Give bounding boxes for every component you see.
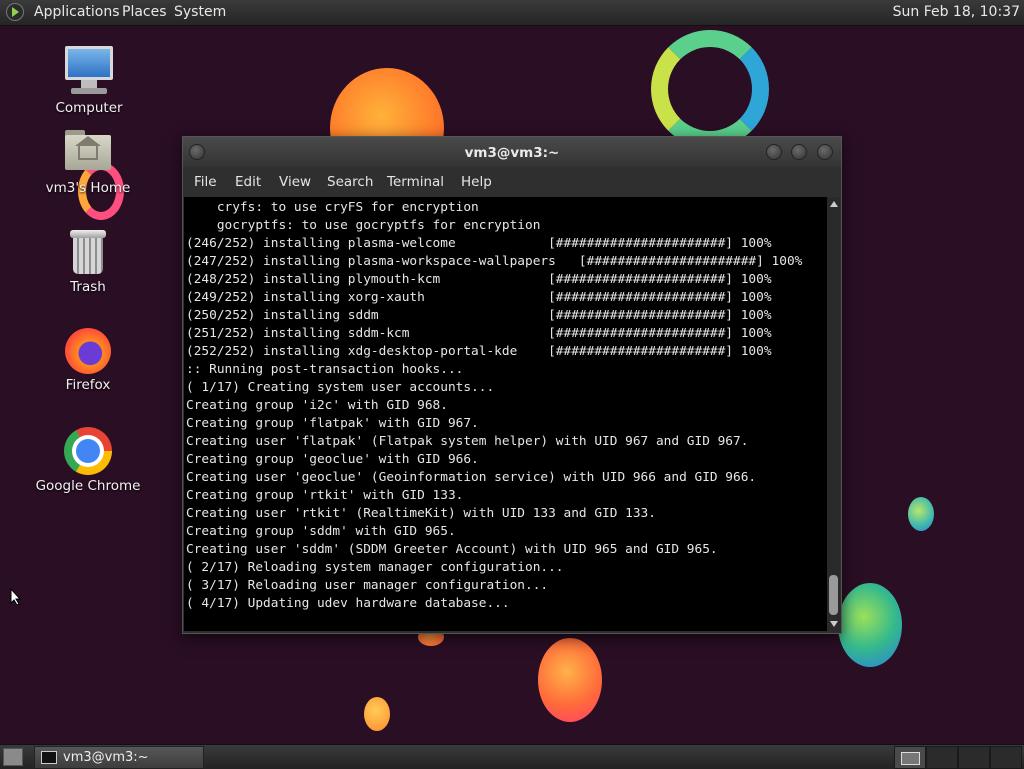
workspace-3[interactable] <box>958 746 990 769</box>
terminal-menubar: File Edit View Search Terminal Help <box>183 167 841 197</box>
scrollbar-thumb[interactable] <box>829 575 838 615</box>
show-desktop-icon[interactable] <box>3 748 23 766</box>
desktop-icon-chrome[interactable]: Google Chrome <box>33 427 143 494</box>
scroll-up-icon[interactable] <box>830 201 838 207</box>
system-menu[interactable]: System <box>174 4 226 20</box>
wallpaper-orange-blob <box>538 638 602 722</box>
wallpaper-green-blob <box>838 583 902 667</box>
chrome-icon <box>64 427 112 475</box>
desktop-icon-label: Google Chrome <box>35 478 141 494</box>
minimize-button[interactable] <box>766 144 782 160</box>
desktop-icon-firefox[interactable]: Firefox <box>33 328 143 393</box>
desktop-icon-label: Trash <box>70 279 106 295</box>
trash-icon <box>70 230 106 274</box>
clock[interactable]: Sun Feb 18, 10:37 <box>893 4 1020 20</box>
menu-terminal[interactable]: Terminal <box>387 174 444 190</box>
desktop-icon-label: Computer <box>55 100 123 116</box>
workspace-4[interactable] <box>990 746 1022 769</box>
workspace-window-icon <box>901 752 920 765</box>
wallpaper-orange-blob <box>364 697 390 731</box>
desktop-icon-home[interactable]: vm3's Home <box>33 130 143 196</box>
desktop-icon-label: vm3's Home <box>45 180 131 196</box>
menu-file[interactable]: File <box>194 174 217 190</box>
firefox-icon <box>65 328 111 374</box>
window-titlebar[interactable]: vm3@vm3:~ <box>183 137 841 167</box>
workspace-2[interactable] <box>926 746 958 769</box>
desktop-icon-label: Firefox <box>65 377 111 393</box>
wallpaper-green-ring <box>651 30 769 148</box>
wallpaper-green-blob <box>908 497 934 531</box>
desktop-icon-computer[interactable]: Computer <box>34 46 144 116</box>
places-menu[interactable]: Places <box>122 4 167 20</box>
taskbar-item-label: vm3@vm3:~ <box>63 750 149 765</box>
mate-logo-icon[interactable] <box>6 3 24 21</box>
terminal-text: cryfs: to use cryFS for encryption gocry… <box>186 200 803 611</box>
menu-search[interactable]: Search <box>327 174 373 190</box>
terminal-icon <box>41 751 57 764</box>
applications-menu[interactable]: Applications <box>34 4 120 20</box>
window-title: vm3@vm3:~ <box>464 145 560 161</box>
bottom-panel: vm3@vm3:~ <box>0 744 1024 769</box>
menu-help[interactable]: Help <box>461 174 492 190</box>
maximize-button[interactable] <box>791 144 807 160</box>
computer-icon <box>65 46 113 96</box>
desktop-icon-trash[interactable]: Trash <box>33 230 143 295</box>
home-folder-icon <box>65 130 111 170</box>
menu-edit[interactable]: Edit <box>235 174 261 190</box>
workspace-1[interactable] <box>894 746 926 769</box>
terminal-window: vm3@vm3:~ File Edit View Search Terminal… <box>182 136 842 634</box>
menu-view[interactable]: View <box>279 174 311 190</box>
terminal-scrollbar[interactable] <box>827 197 840 631</box>
top-panel: Applications Places System Sun Feb 18, 1… <box>0 0 1024 26</box>
close-button[interactable] <box>817 144 833 160</box>
terminal-output[interactable]: cryfs: to use cryFS for encryption gocry… <box>184 197 827 631</box>
taskbar-item-terminal[interactable]: vm3@vm3:~ <box>34 746 204 769</box>
scroll-down-icon[interactable] <box>830 621 838 627</box>
